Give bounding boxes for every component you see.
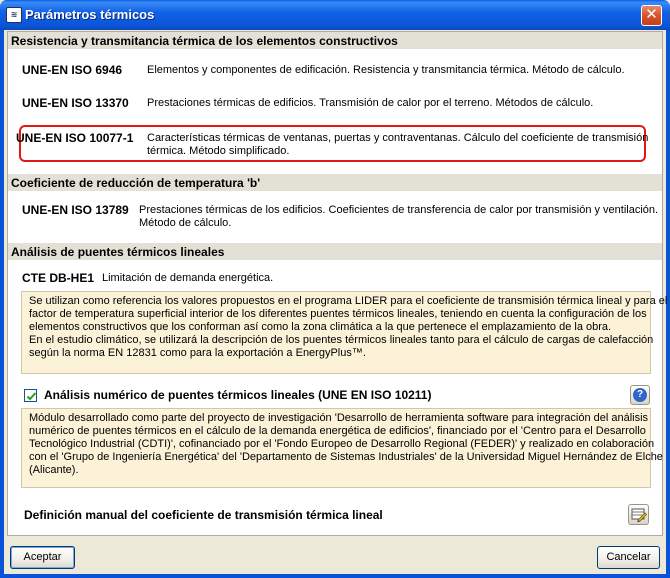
standard-description: Prestaciones térmicas de los edificios. …	[139, 204, 658, 230]
edit-table-icon	[631, 508, 648, 523]
info-line: Tecnológico Industrial (CDTI)', cofinanc…	[29, 438, 655, 450]
help-button[interactable]: ?	[630, 385, 650, 405]
dialog-body: Resistencia y transmitancia térmica de l…	[4, 30, 668, 574]
manual-definition-label: Definición manual del coeficiente de tra…	[24, 508, 383, 522]
window-title: Parámetros térmicos	[25, 7, 155, 22]
help-icon: ?	[633, 388, 647, 402]
standard-description: Características térmicas de ventanas, pu…	[147, 132, 648, 158]
info-line: factor de temperatura superficial interi…	[29, 308, 647, 320]
info-line: (Alicante).	[29, 464, 79, 476]
accept-button[interactable]: Aceptar	[10, 546, 75, 569]
description-line: Características térmicas de ventanas, pu…	[147, 132, 649, 144]
description-line: Prestaciones térmicas de los edificios. …	[139, 204, 659, 216]
info-line: Módulo desarrollado como parte del proye…	[29, 412, 649, 424]
standard-code: UNE-EN ISO 13789	[22, 203, 129, 217]
standard-code: UNE-EN ISO 6946	[22, 63, 123, 77]
section-header-bridges: Análisis de puentes térmicos lineales	[8, 243, 662, 260]
numeric-analysis-label[interactable]: Análisis numérico de puentes térmicos li…	[44, 388, 431, 402]
standard-description: Limitación de demanda energética.	[102, 272, 274, 284]
description-line: térmica. Método simplificado.	[147, 145, 290, 157]
info-line: según la norma EN 12831 como para la exp…	[29, 347, 366, 359]
content-panel: Resistencia y transmitancia térmica de l…	[7, 31, 668, 536]
cancel-button[interactable]: Cancelar	[597, 546, 660, 569]
section-header-resistance: Resistencia y transmitancia térmica de l…	[8, 32, 662, 49]
title-bar[interactable]: ≋ Parámetros térmicos ✕	[0, 0, 670, 30]
info-line: elementos constructivos que los conforma…	[29, 321, 612, 333]
section-header-reduction: Coeficiente de reducción de temperatura …	[8, 174, 662, 191]
standard-description: Prestaciones térmicas de edificios. Tran…	[147, 97, 594, 109]
standard-code: UNE-EN ISO 10077-1	[16, 131, 134, 145]
module-info-box: Módulo desarrollado como parte del proye…	[21, 408, 663, 488]
dialog-window: ≋ Parámetros térmicos ✕ Resistencia y tr…	[0, 0, 670, 578]
close-icon: ✕	[645, 6, 658, 23]
standard-code: UNE-EN ISO 13370	[22, 96, 129, 110]
info-line: Se utilizan como referencia los valores …	[29, 295, 668, 307]
info-line: con el 'Grupo de Ingeniería Energética' …	[29, 451, 663, 463]
description-line: Método de cálculo.	[139, 217, 232, 229]
standard-code: CTE DB-HE1	[22, 271, 95, 285]
standard-description: Elementos y componentes de edificación. …	[147, 64, 625, 76]
numeric-analysis-checkbox[interactable]	[24, 389, 37, 402]
manual-definition-button[interactable]	[628, 504, 649, 525]
checkmark-icon	[26, 392, 37, 401]
info-line: numérico de puentes térmicos en el cálcu…	[29, 425, 646, 437]
app-logo-icon: ≋	[6, 7, 22, 23]
info-line: En el estudio climático, se utilizará la…	[29, 334, 654, 346]
close-button[interactable]: ✕	[641, 5, 662, 26]
bridges-info-box: Se utilizan como referencia los valores …	[21, 291, 668, 374]
